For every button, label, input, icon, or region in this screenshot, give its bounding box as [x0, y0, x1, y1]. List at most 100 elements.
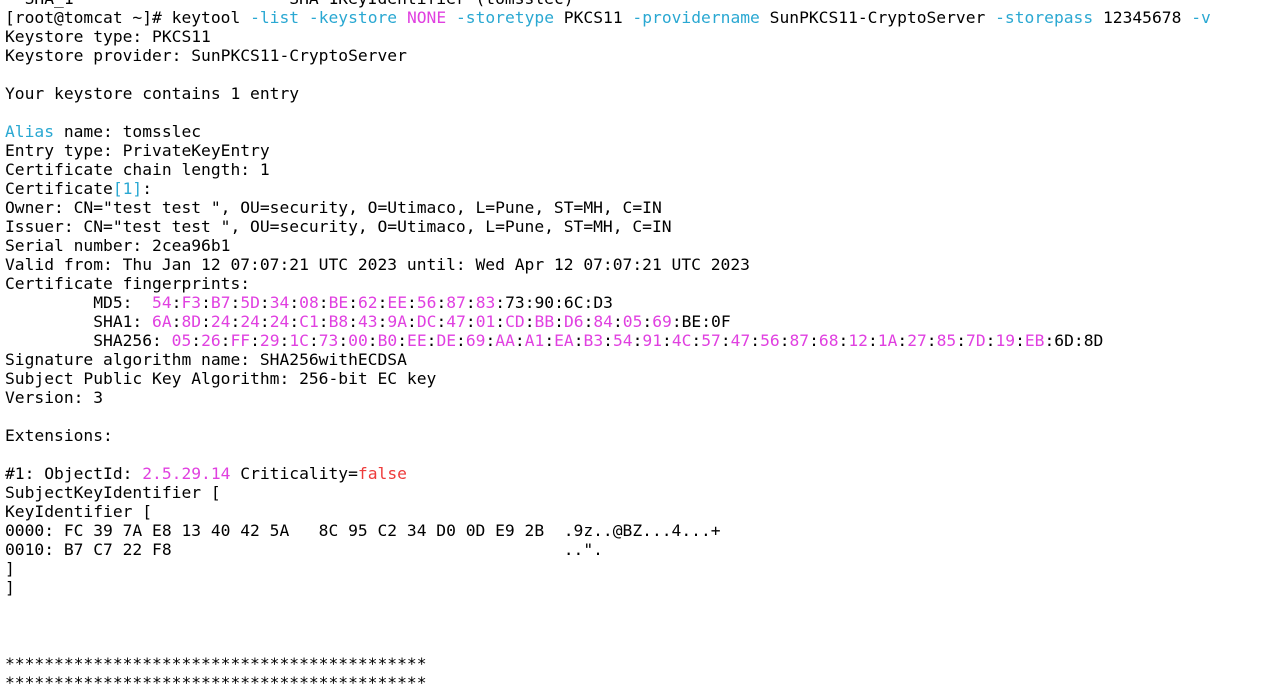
- highlighted-text: 5D: [240, 293, 260, 312]
- line-text: :: [867, 331, 878, 350]
- line-text: KeyIdentifier [: [5, 502, 153, 521]
- highlighted-text: 83: [475, 293, 496, 312]
- terminal-line: Signature algorithm name: SHA256withECDS…: [5, 350, 1264, 369]
- line-text: Owner: CN="test test ", OU=security, O=U…: [5, 198, 662, 217]
- line-text: Version: 3: [5, 388, 104, 407]
- highlighted-text: 56: [760, 331, 780, 350]
- terminal-line: Owner: CN="test test ", OU=security, O=U…: [5, 198, 1264, 217]
- highlighted-text: 24: [240, 312, 260, 331]
- line-text: :: [838, 331, 849, 350]
- terminal-line: Your keystore contains 1 entry: [5, 84, 1264, 103]
- terminal-line: Certificate chain length: 1: [5, 160, 1264, 179]
- highlighted-text: 01: [475, 312, 496, 331]
- highlighted-text: 12: [848, 331, 868, 350]
- highlighted-text: 24: [210, 312, 231, 331]
- highlighted-text: 8D: [181, 312, 202, 331]
- terminal-line: SHA1: 6A:8D:24:24:24:C1:B8:43:9A:DC:47:0…: [5, 312, 1264, 331]
- line-text: :: [407, 293, 417, 312]
- highlighted-text: B7: [210, 293, 231, 312]
- line-text: :6D:8D: [1044, 331, 1104, 350]
- highlighted-text: C1: [299, 312, 319, 331]
- highlighted-text: FF: [230, 331, 251, 350]
- line-text: Your keystore contains 1 entry: [5, 84, 300, 103]
- line-text: :: [171, 293, 182, 312]
- highlighted-text: -keystore: [308, 8, 398, 27]
- terminal-line: ]: [5, 559, 1264, 578]
- line-text: SubjectKeyIdentifier [: [5, 483, 221, 502]
- line-text: :: [348, 293, 358, 312]
- line-text: :: [720, 331, 731, 350]
- highlighted-text: F3: [181, 293, 202, 312]
- line-text: PKCS11: [554, 8, 633, 27]
- line-text: :: [514, 331, 525, 350]
- highlighted-text: 29: [259, 331, 280, 350]
- line-text: :: [495, 312, 506, 331]
- line-text: Keystore type: PKCS11: [5, 27, 211, 46]
- terminal-line: Certificate[1]:: [5, 179, 1264, 198]
- highlighted-text: EE: [387, 293, 408, 312]
- highlighted-text: 9A: [387, 312, 408, 331]
- line-text: :: [377, 312, 388, 331]
- line-text: :: [956, 331, 967, 350]
- highlighted-text: 08: [299, 293, 319, 312]
- line-text: :: [318, 293, 329, 312]
- line-text: :: [662, 331, 672, 350]
- terminal-line: Certificate fingerprints:: [5, 274, 1264, 293]
- line-text: :: [554, 312, 564, 331]
- line-text: :: [426, 331, 437, 350]
- terminal-line: ****************************************…: [5, 673, 1264, 692]
- highlighted-text: A1: [524, 331, 545, 350]
- terminal-line: Subject Public Key Algorithm: 256-bit EC…: [5, 369, 1264, 388]
- line-text: [root@tomcat ~]# keytool: [5, 8, 251, 27]
- line-text: Subject Public Key Algorithm: 256-bit EC…: [5, 369, 437, 388]
- line-text: :: [485, 331, 496, 350]
- line-text: :: [544, 331, 555, 350]
- terminal-line: MD5: 54:F3:B7:5D:34:08:BE:62:EE:56:87:83…: [5, 293, 1264, 312]
- line-text: ****************************************…: [5, 673, 427, 692]
- terminal-line: 0000: FC 39 7A E8 13 40 42 5A 8C 95 C2 3…: [5, 521, 1264, 540]
- terminal-line: Serial number: 2cea96b1: [5, 236, 1264, 255]
- highlighted-text: AA: [495, 331, 515, 350]
- terminal-line: SubjectKeyIdentifier [: [5, 483, 1264, 502]
- line-text: [299, 8, 309, 27]
- line-text: #1: ObjectId:: [5, 464, 143, 483]
- line-text: :: [985, 331, 996, 350]
- line-text: :: [465, 312, 476, 331]
- terminal-line: Keystore provider: SunPKCS11-CryptoServe…: [5, 46, 1264, 65]
- highlighted-text: EB: [1024, 331, 1045, 350]
- highlighted-text: DC: [416, 312, 437, 331]
- terminal-line: Alias name: tomsslec: [5, 122, 1264, 141]
- highlighted-text: -storetype: [455, 8, 554, 27]
- terminal-line: ****************************************…: [5, 654, 1264, 673]
- line-text: :: [367, 331, 378, 350]
- terminal-output[interactable]: SHA_1 SHA-1KeyIdentifier (tomsslec)[root…: [0, 0, 1264, 692]
- highlighted-text: 73: [318, 331, 339, 350]
- highlighted-text: 54: [152, 293, 172, 312]
- line-text: ****************************************…: [5, 654, 427, 673]
- highlighted-text: DE: [436, 331, 457, 350]
- highlighted-text: BE: [328, 293, 349, 312]
- highlighted-text: 91: [642, 331, 662, 350]
- line-text: :: [691, 331, 702, 350]
- highlighted-text: 56: [416, 293, 437, 312]
- highlighted-text: 05: [171, 331, 192, 350]
- terminal-line: SHA_1 SHA-1KeyIdentifier (tomsslec): [5, 0, 1264, 8]
- line-text: [446, 8, 456, 27]
- highlighted-text: 57: [701, 331, 721, 350]
- highlighted-text: 2.5.29.14: [142, 464, 231, 483]
- line-text: :: [338, 331, 349, 350]
- highlighted-text: Alias: [5, 122, 55, 141]
- line-text: Valid from: Thu Jan 12 07:07:21 UTC 2023…: [5, 255, 750, 274]
- line-text: :: [201, 293, 211, 312]
- highlighted-text: 7D: [966, 331, 986, 350]
- highlighted-text: D6: [563, 312, 584, 331]
- line-text: :: [897, 331, 908, 350]
- highlighted-text: 34: [269, 293, 290, 312]
- line-text: :: [603, 331, 613, 350]
- line-text: :: [230, 312, 241, 331]
- highlighted-text: 00: [348, 331, 368, 350]
- highlighted-text: 85: [936, 331, 957, 350]
- line-text: SunPKCS11-CryptoServer: [759, 8, 996, 27]
